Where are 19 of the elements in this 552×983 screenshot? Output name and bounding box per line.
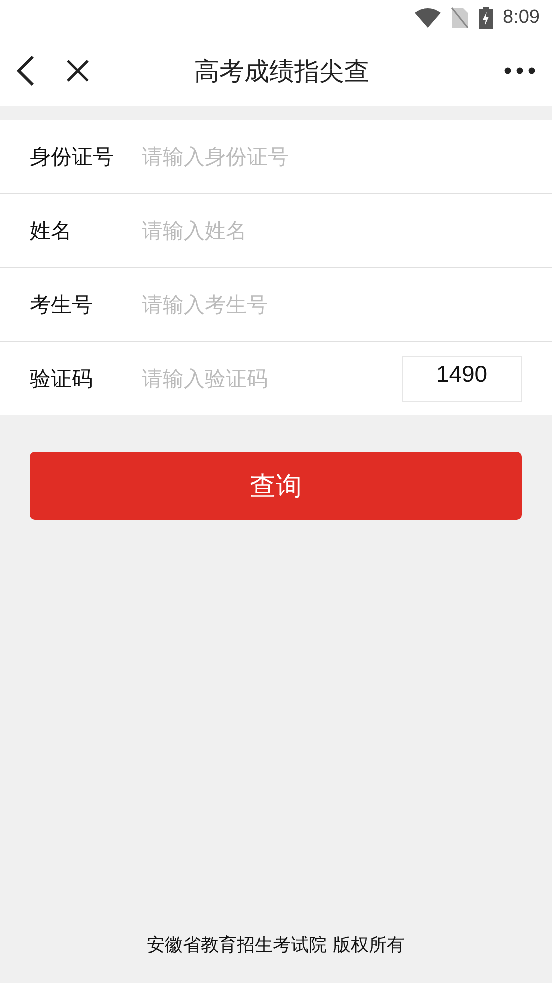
- back-icon[interactable]: [16, 55, 36, 87]
- no-sim-icon: [451, 7, 470, 29]
- field-label: 考生号: [30, 292, 94, 318]
- field-label: 姓名: [30, 218, 73, 244]
- input-field[interactable]: 请输入身份证号: [140, 144, 522, 170]
- more-icon[interactable]: [504, 67, 536, 75]
- field-label: 身份证号: [30, 144, 115, 170]
- captcha-code[interactable]: 1490: [402, 356, 522, 402]
- close-icon[interactable]: [66, 59, 90, 83]
- wifi-icon: [415, 8, 442, 28]
- field-label: 验证码: [30, 366, 94, 392]
- query-button[interactable]: 查询: [30, 452, 522, 520]
- input-field[interactable]: 请输入姓名: [140, 218, 522, 244]
- battery-icon: [479, 7, 494, 29]
- footer-copyright: 安徽省教育招生考试院 版权所有: [146, 934, 406, 958]
- status-time: 8:09: [503, 7, 540, 29]
- input-field[interactable]: 请输入验证码: [140, 366, 402, 392]
- input-field[interactable]: 请输入考生号: [140, 292, 522, 318]
- page-title: 高考成绩指尖查: [194, 56, 370, 88]
